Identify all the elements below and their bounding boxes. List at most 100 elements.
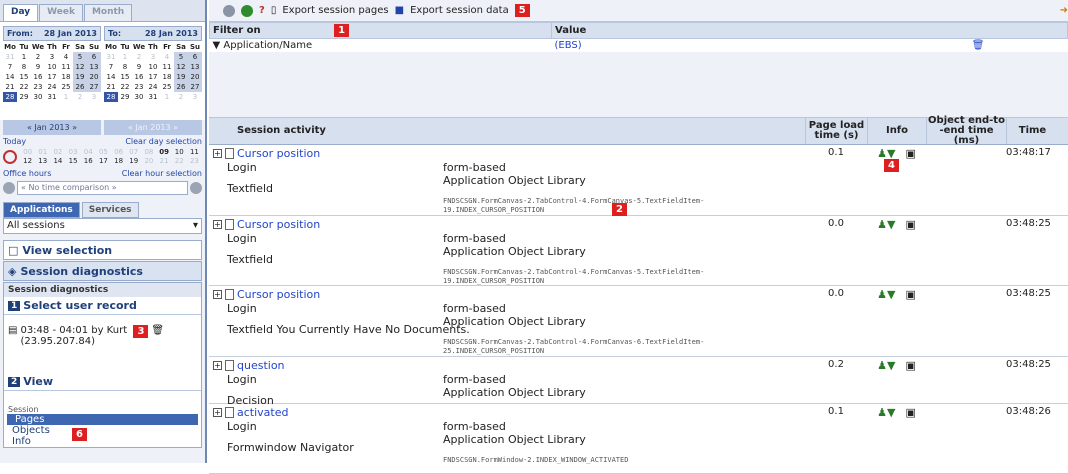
- today-link[interactable]: Today: [3, 137, 26, 146]
- help-icon[interactable]: ?: [259, 5, 265, 16]
- expand-icon[interactable]: +: [213, 361, 222, 370]
- month-nav-from[interactable]: « Jan 2013 »: [3, 120, 101, 135]
- page-icon: [225, 148, 234, 159]
- session-diagnostics-panel[interactable]: ◈ Session diagnostics: [3, 261, 202, 281]
- calendar-to: To: 28 Jan 2013 Mo Tu We Th Fr Sa Su 31 1 2 3 4 5 6 7…: [104, 26, 202, 102]
- back-icon[interactable]: [223, 4, 235, 17]
- filter-table: Filter on 1 Value ▼ Application/Name (EB…: [209, 22, 1068, 52]
- activity-row[interactable]: + Cursor position Login Textfield form-bas…: [209, 145, 1068, 216]
- expand-icon[interactable]: +: [213, 220, 222, 229]
- calendar-to-grid[interactable]: Mo Tu We Th Fr Sa Su 31 1 2 3 4 5 6 7 8 9 10 11 12 13 14 15…: [104, 42, 202, 102]
- next-icon[interactable]: [190, 182, 202, 194]
- left-panel: Day Week Month From: 28 Jan 2013 Mo Tu We Th…: [0, 0, 207, 463]
- user-record-icon: ▤: [8, 325, 18, 336]
- user-filter-icon[interactable]: ♟▼: [877, 288, 895, 356]
- col-page-load: Page load time (s): [805, 118, 867, 144]
- view-selection-panel[interactable]: □ View selection: [3, 240, 202, 260]
- month-nav-to[interactable]: « Jan 2013 »: [104, 120, 202, 135]
- expand-icon[interactable]: +: [213, 149, 222, 158]
- chevron-down-icon: ▾: [192, 220, 198, 231]
- app-tabs: Applications Services: [0, 199, 205, 218]
- activity-header: Session activity Page load time (s) Info…: [209, 116, 1068, 146]
- activity-link[interactable]: activated: [237, 406, 288, 419]
- window-icon: □: [8, 243, 19, 257]
- page-icon: [225, 219, 234, 230]
- badge-4: 4: [884, 159, 899, 172]
- filter-area: [209, 52, 1068, 118]
- prev-icon[interactable]: [3, 182, 15, 194]
- info-link[interactable]: Info: [4, 436, 201, 447]
- office-hours-link[interactable]: Office hours: [3, 169, 51, 178]
- export-pages-button[interactable]: Export session pages: [282, 5, 388, 16]
- activity-row[interactable]: + Cursor position Login Textfield You Curr…: [209, 286, 1068, 357]
- col-session-activity: Session activity: [237, 125, 326, 136]
- camera-icon[interactable]: ▣: [905, 147, 915, 215]
- session-links: Pages Objects Info 6: [4, 414, 201, 447]
- camera-icon[interactable]: ▣: [905, 288, 915, 356]
- col-info: Info: [867, 118, 926, 144]
- activity-link[interactable]: Cursor position: [237, 218, 320, 231]
- calendar-gap: [0, 106, 205, 120]
- tab-services[interactable]: Services: [81, 202, 139, 218]
- user-filter-icon[interactable]: ♟▼: [877, 359, 895, 403]
- col-object-time: Object end-to -end time (ms): [926, 116, 1006, 146]
- filter-row-name: ▼ Application/Name: [212, 40, 313, 51]
- save-icon: ■: [394, 5, 405, 16]
- objects-link[interactable]: Objects: [4, 425, 201, 436]
- activity-link[interactable]: Cursor position: [237, 288, 320, 301]
- tab-week[interactable]: Week: [39, 4, 83, 21]
- page-icon: [225, 407, 234, 418]
- day-links: Today Clear day selection: [0, 135, 205, 147]
- badge-2: 2: [612, 203, 627, 216]
- step-view[interactable]: 2 View: [4, 373, 201, 391]
- exit-icon[interactable]: ➜: [1060, 5, 1068, 16]
- camera-icon[interactable]: ▣: [905, 359, 915, 403]
- user-filter-icon[interactable]: ♟▼: [877, 147, 895, 215]
- month-nav: « Jan 2013 » « Jan 2013 »: [0, 120, 205, 135]
- export-data-button[interactable]: Export session data: [410, 5, 509, 16]
- hour-grid[interactable]: 00 01 02 03 04 05 06 07 08 09 10 11 12 13 14 15 16 17 18 1…: [20, 148, 202, 166]
- calendar-to-header: To: 28 Jan 2013: [104, 26, 202, 41]
- user-record-label: 03:48 - 04:01 by Kurt (23.95.207.84): [20, 325, 128, 347]
- user-filter-icon[interactable]: ♟▼: [877, 218, 895, 285]
- page-icon: [225, 289, 234, 300]
- clear-hour-link[interactable]: Clear hour selection: [122, 169, 202, 178]
- expand-icon[interactable]: +: [213, 290, 222, 299]
- activity-link[interactable]: question: [237, 359, 285, 372]
- camera-icon[interactable]: ▣: [905, 218, 915, 285]
- filter-icon: ▼: [212, 40, 221, 51]
- calendar-from-grid[interactable]: Mo Tu We Th Fr Sa Su 31 1 2 3 4 5 6 7 8 9 10 11 12 13 14 15…: [3, 42, 101, 102]
- sessions-select[interactable]: All sessions ▾: [3, 218, 202, 234]
- calendar-from: From: 28 Jan 2013 Mo Tu We Th Fr Sa Su 31 1 2 3 4 5 6…: [3, 26, 101, 102]
- activity-row[interactable]: + Cursor position Login Textfield form-bas…: [209, 216, 1068, 286]
- pages-link[interactable]: Pages: [7, 414, 198, 425]
- calendars: From: 28 Jan 2013 Mo Tu We Th Fr Sa Su 31 1 2 3 4 5 6…: [0, 22, 205, 106]
- badge-5: 5: [514, 4, 530, 17]
- forward-icon[interactable]: [241, 4, 253, 17]
- clock-icon: [3, 150, 17, 164]
- export-pages-icon: ▯: [270, 5, 277, 16]
- tab-month[interactable]: Month: [83, 4, 133, 21]
- tab-day[interactable]: Day: [3, 4, 39, 21]
- calendar-from-header: From: 28 Jan 2013: [3, 26, 101, 41]
- user-record[interactable]: ▤ 03:48 - 04:01 by Kurt (23.95.207.84) 3…: [4, 315, 201, 373]
- page-icon: [225, 360, 234, 371]
- activity-row[interactable]: + question Login Decision form-based Applic…: [209, 357, 1068, 407]
- badge-3: 3: [133, 325, 149, 338]
- badge-1: 1: [334, 24, 350, 37]
- expand-icon[interactable]: +: [213, 408, 222, 417]
- activity-link[interactable]: Cursor position: [237, 147, 320, 160]
- trash-icon[interactable]: 🗑: [151, 325, 164, 336]
- comparison-select[interactable]: « No time comparison »: [17, 181, 188, 195]
- badge-6: 6: [72, 428, 87, 441]
- clear-day-link[interactable]: Clear day selection: [125, 137, 202, 146]
- col-time: Time: [1006, 118, 1058, 144]
- filter-row-value: (EBS) 🗑: [554, 40, 985, 51]
- session-diagnostics-section: Session diagnostics 1 Select user record …: [3, 282, 202, 448]
- tab-applications[interactable]: Applications: [3, 202, 80, 218]
- value-header: Value: [551, 22, 1068, 39]
- main-panel: ? ▯ Export session pages ■ Export sessio…: [209, 0, 1068, 474]
- hour-picker: 00 01 02 03 04 05 06 07 08 09 10 11 12 13 14 15 16 17 18 1…: [0, 147, 205, 167]
- trash-icon[interactable]: 🗑: [972, 40, 985, 51]
- activity-row[interactable]: + activated Login Formwindow Navigator for…: [209, 404, 1068, 474]
